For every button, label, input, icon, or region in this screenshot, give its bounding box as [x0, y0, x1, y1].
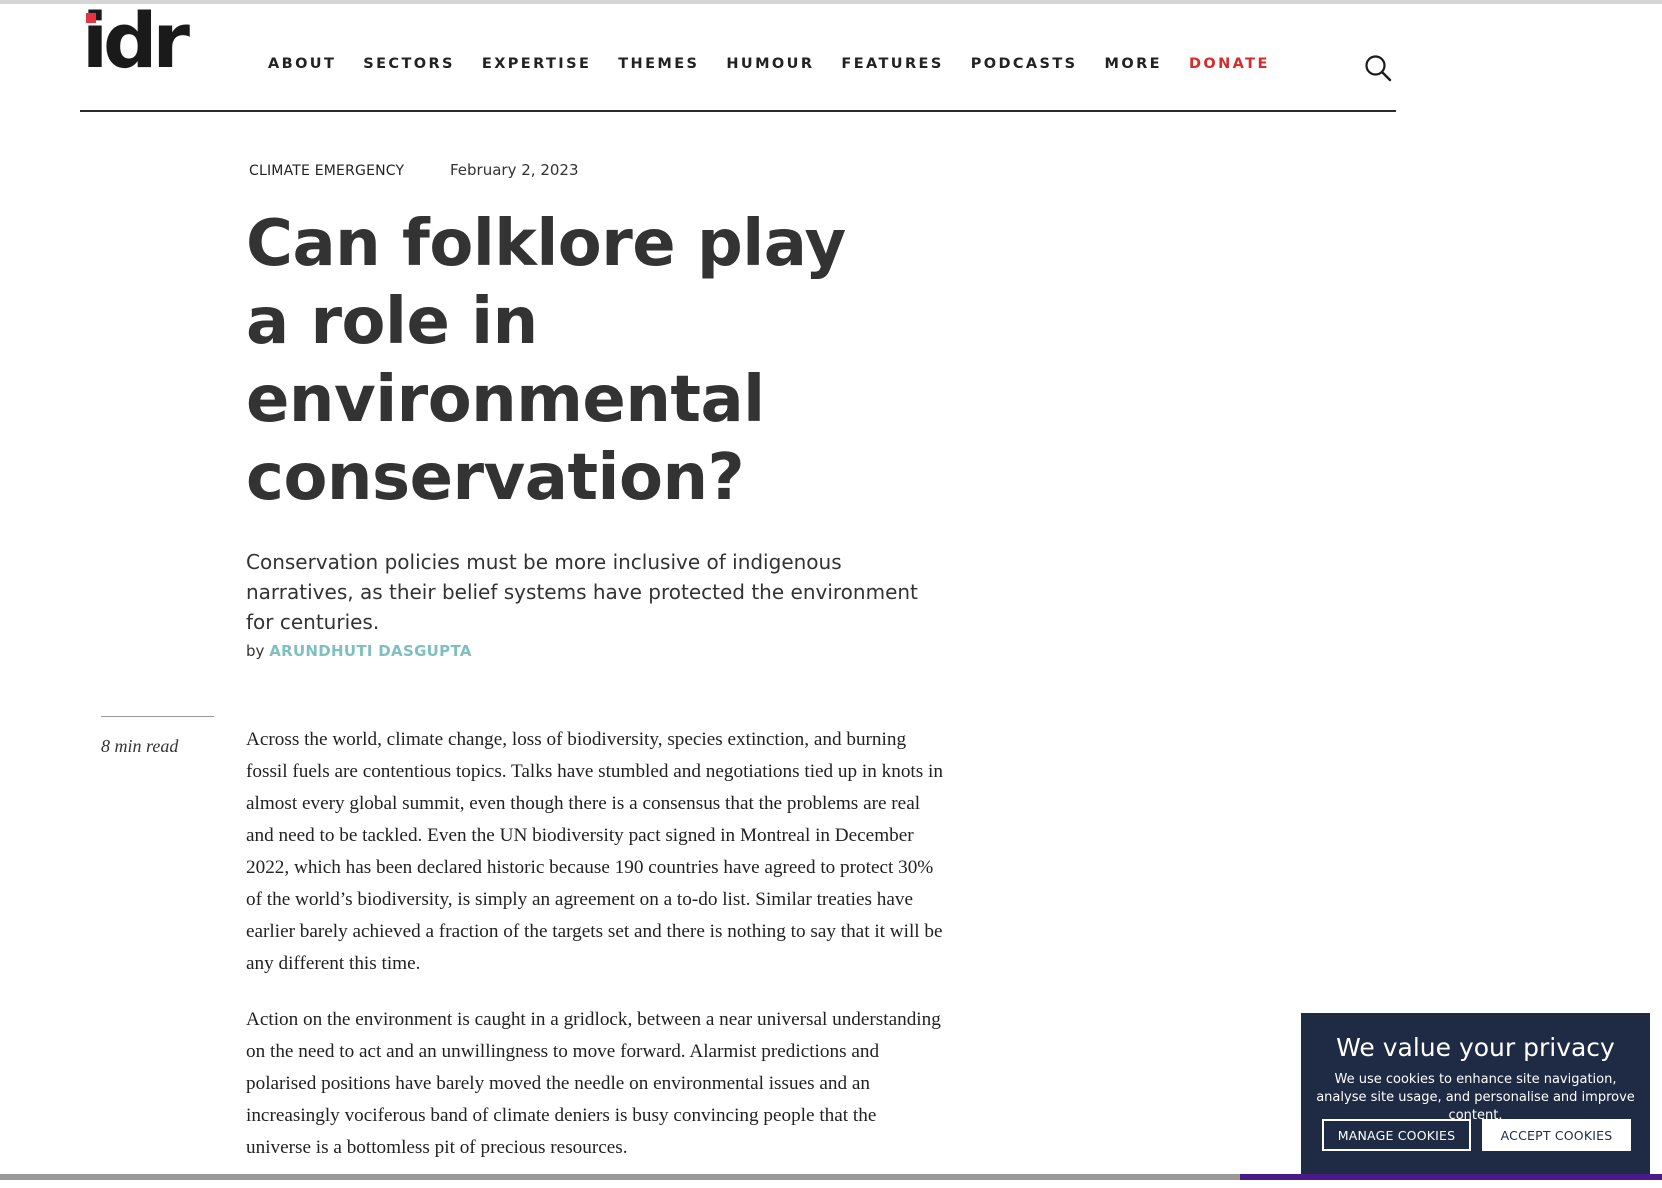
nav-item-humour[interactable]: HUMOUR [726, 56, 814, 72]
cookie-title: We value your privacy [1336, 1033, 1615, 1062]
cookie-buttons: MANAGE COOKIES ACCEPT COOKIES [1322, 1119, 1631, 1151]
idr-logo[interactable]: idr [82, 3, 190, 81]
body-paragraph: Action on the environment is caught in a… [246, 1009, 941, 1158]
main-nav: ABOUT SECTORS EXPERTISE THEMES HUMOUR FE… [268, 56, 1297, 72]
logo-text: idr [82, 0, 190, 85]
nav-item-about[interactable]: ABOUT [268, 56, 336, 72]
cookie-description: We use cookies to enhance site navigatio… [1316, 1072, 1635, 1123]
article-category[interactable]: CLIMATE EMERGENCY [249, 163, 404, 179]
nav-item-podcasts[interactable]: PODCASTS [971, 56, 1078, 72]
nav-item-more[interactable]: MORE [1105, 56, 1162, 72]
nav-item-expertise[interactable]: EXPERTISE [482, 56, 591, 72]
accept-cookies-button[interactable]: ACCEPT COOKIES [1482, 1119, 1631, 1151]
nav-item-donate[interactable]: DONATE [1189, 56, 1270, 72]
cookie-banner: We value your privacy We use cookies to … [1301, 1013, 1650, 1180]
author-link[interactable]: ARUNDHUTI DASGUPTA [269, 642, 472, 660]
byline: by ARUNDHUTI DASGUPTA [246, 642, 472, 660]
nav-item-themes[interactable]: THEMES [618, 56, 699, 72]
read-time: 8 min read [101, 736, 179, 756]
nav-item-features[interactable]: FEATURES [841, 56, 943, 72]
logo-dot-icon [86, 13, 96, 23]
article-body: Across the world, climate change, loss o… [246, 724, 946, 1188]
article-dek: Conservation policies must be more inclu… [246, 550, 918, 634]
byline-prefix: by [246, 642, 265, 660]
search-icon[interactable] [1364, 54, 1392, 82]
bottom-accent-bar [1240, 1174, 1662, 1180]
nav-item-sectors[interactable]: SECTORS [363, 56, 455, 72]
article-date: February 2, 2023 [450, 161, 579, 179]
top-border [0, 0, 1662, 4]
header-divider [80, 110, 1396, 112]
manage-cookies-button[interactable]: MANAGE COOKIES [1322, 1119, 1471, 1151]
article-title: Can folklore play a role in environmenta… [246, 207, 846, 515]
body-paragraph: Across the world, climate change, loss o… [246, 729, 943, 974]
side-divider [101, 716, 214, 717]
